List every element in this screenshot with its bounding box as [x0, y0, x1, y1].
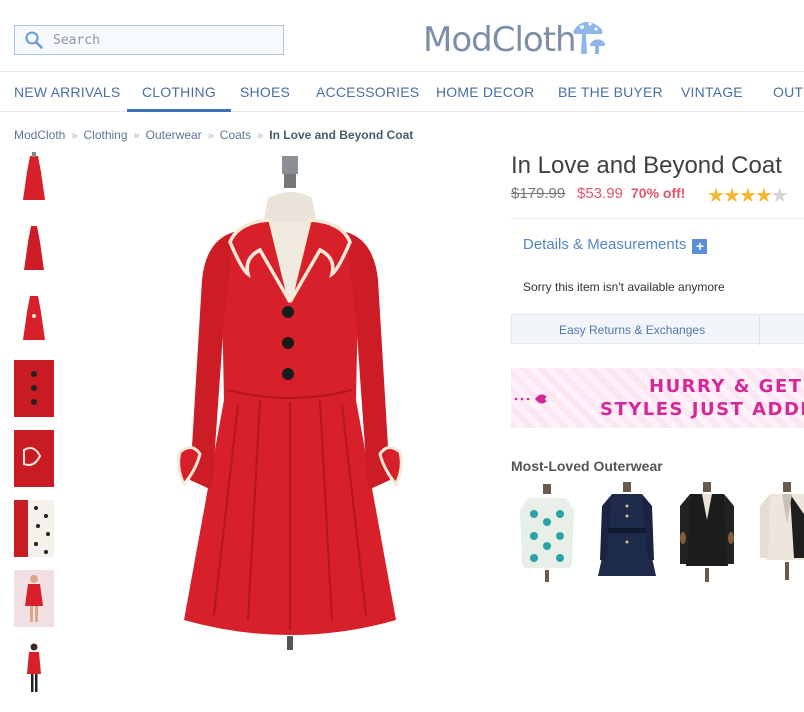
star-icon: ★ [738, 185, 757, 207]
nav-new-arrivals[interactable]: NEW ARRIVALS [14, 72, 120, 112]
nav-clothing[interactable]: CLOTHING [127, 72, 231, 112]
thumbnail-model-side[interactable] [14, 640, 54, 697]
easy-returns-link[interactable]: Easy Returns & Exchanges [559, 323, 705, 337]
plus-icon[interactable]: + [692, 239, 708, 254]
breadcrumb: ModCloth » Clothing » Outerwear » Coats » In Lov… [14, 128, 413, 142]
breadcrumb-current: In Love and Beyond Coat [269, 128, 414, 142]
flourish-icon [514, 394, 547, 404]
breadcrumb-separator: » [71, 130, 78, 142]
star-icon: ★ [722, 185, 741, 207]
search-input[interactable] [53, 32, 253, 48]
star-empty-icon: ★ [770, 185, 789, 207]
thumbnail-cuff-detail[interactable] [14, 430, 54, 487]
star-icon: ★ [707, 185, 725, 207]
mushroom-icon [572, 21, 605, 54]
breadcrumb-separator: » [207, 130, 214, 142]
details-panel: Details & Measurements + Sorry this item … [511, 218, 804, 314]
thumbnail-buttons-detail[interactable] [14, 360, 54, 417]
nav-vintage[interactable]: VINTAGE [681, 72, 743, 112]
details-link-label: Details & Measurements [523, 236, 687, 253]
promo-banner[interactable]: HURRY & GET 30 STYLES JUST ADDED [511, 368, 804, 428]
breadcrumb-coats[interactable]: Coats [220, 128, 251, 142]
most-loved-item-black-blazer[interactable] [674, 480, 740, 584]
breadcrumb-separator: » [133, 130, 140, 142]
modcloth-logo[interactable]: ModCloth [423, 10, 608, 62]
sale-price: $53.99 [577, 185, 623, 202]
unavailable-message: Sorry this item isn't available anymore [523, 280, 725, 294]
breadcrumb-clothing[interactable]: Clothing [83, 128, 127, 142]
product-title: In Love and Beyond Coat [511, 152, 782, 179]
thumbnail-lining-detail[interactable] [14, 500, 54, 557]
nav-shoes[interactable]: SHOES [240, 72, 290, 112]
logo-text: ModCloth [423, 20, 577, 60]
site-header: ModCloth [0, 0, 804, 72]
nav-outfits[interactable]: OUTF [773, 72, 804, 112]
breadcrumb-separator: » [257, 130, 264, 142]
nav-be-the-buyer[interactable]: BE THE BUYER [558, 72, 663, 112]
promo-line-1: HURRY & GET 30 [649, 376, 804, 397]
promo-line-2: STYLES JUST ADDED [600, 399, 804, 420]
most-loved-item-teal-cardigan[interactable] [514, 480, 580, 584]
most-loved-item-white-blazer[interactable] [754, 480, 804, 584]
thumbnail-side[interactable] [14, 220, 54, 277]
details-measurements-link[interactable]: Details & Measurements + [523, 236, 708, 254]
nav-home-decor[interactable]: HOME DECOR [436, 72, 534, 112]
thumbnail-back[interactable] [14, 290, 54, 347]
discount-label: 70% off! [631, 185, 686, 201]
returns-tab-bar: Easy Returns & Exchanges [511, 314, 804, 345]
most-loved-heading: Most-Loved Outerwear [511, 458, 663, 474]
rating-stars[interactable]: ★★★★★ [707, 183, 789, 208]
nav-accessories[interactable]: ACCESSORIES [316, 72, 419, 112]
thumbnail-model-front[interactable] [14, 570, 54, 627]
tab-divider [759, 315, 760, 345]
thumbnail-front[interactable] [14, 150, 54, 207]
most-loved-item-navy-coat[interactable] [594, 480, 660, 584]
price-row: $179.99 $53.99 70% off! ★★★★★ [511, 183, 804, 208]
search-icon[interactable] [25, 31, 43, 49]
breadcrumb-modcloth[interactable]: ModCloth [14, 128, 65, 142]
product-main-image[interactable] [150, 150, 450, 660]
main-nav: NEW ARRIVALS CLOTHING SHOES ACCESSORIES … [0, 72, 804, 112]
star-icon: ★ [754, 185, 773, 207]
breadcrumb-outerwear[interactable]: Outerwear [146, 128, 202, 142]
original-price: $179.99 [511, 185, 566, 202]
search-box[interactable] [14, 25, 284, 55]
